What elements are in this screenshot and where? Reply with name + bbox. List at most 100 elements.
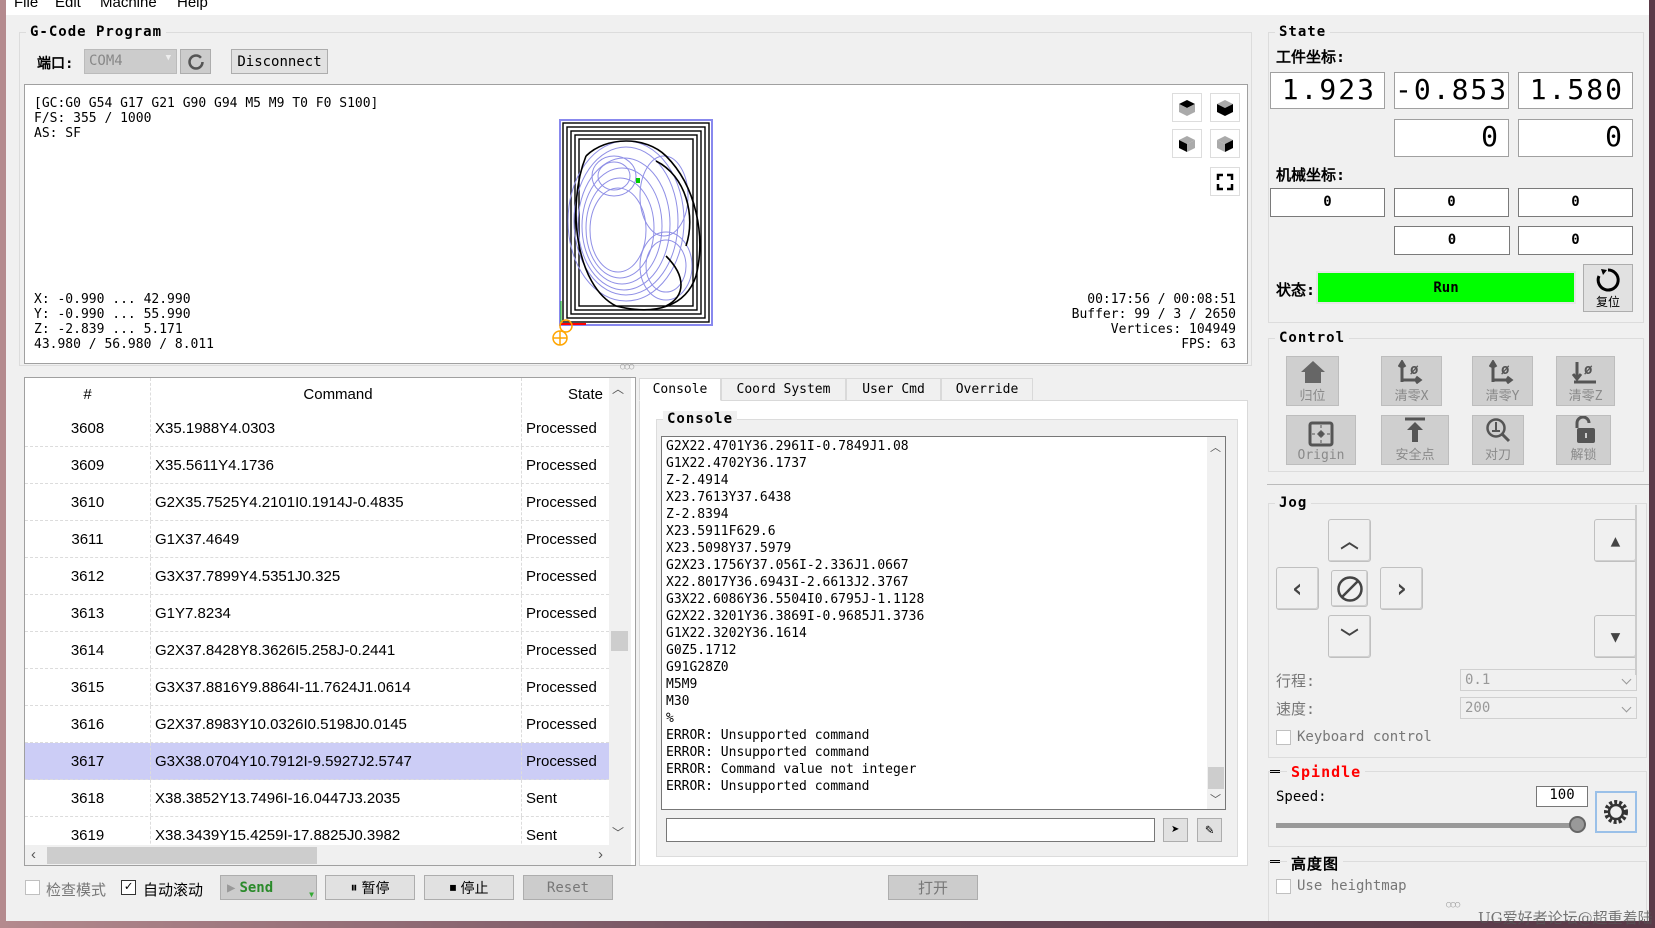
console-line: G1X22.3202Y36.1614: [666, 626, 807, 641]
table-row[interactable]: 3610 G2X35.7525Y4.2101I0.1914J-0.4835 Proc…: [25, 484, 609, 521]
unlock-label: 解锁: [1570, 448, 1597, 463]
fit-view-button[interactable]: [1210, 167, 1240, 196]
horizontal-scrollbar[interactable]: ‹ ›: [25, 845, 631, 865]
splitter-handle[interactable]: ○○○: [1446, 900, 1460, 910]
view-left-button[interactable]: [1172, 129, 1202, 158]
spindle-speed-input[interactable]: 100: [1536, 786, 1588, 807]
soft-reset-button[interactable]: 复位: [1583, 264, 1633, 312]
zero-y-button[interactable]: ø 清零Y: [1472, 356, 1533, 406]
scroll-up-icon[interactable]: ︿: [612, 380, 624, 397]
table-row[interactable]: 3616 G2X37.8983Y10.0326I0.5198J0.0145 Proc…: [25, 706, 609, 743]
jog-y-plus-button[interactable]: ︿: [1328, 519, 1371, 562]
view-iso-button[interactable]: [1210, 129, 1240, 158]
machine-b-display: 0: [1518, 226, 1633, 255]
vertical-scrollbar[interactable]: ︿ ﹀: [609, 378, 631, 845]
row-command: G2X35.7525Y4.2101I0.1914J-0.4835: [150, 484, 521, 520]
pause-button[interactable]: ⏸ 暂停: [325, 875, 415, 900]
zero-y-label: 清零Y: [1485, 389, 1520, 404]
header-number[interactable]: #: [25, 386, 150, 403]
home-button[interactable]: 归位: [1286, 356, 1339, 406]
zero-x-button[interactable]: ø 清零X: [1381, 356, 1442, 406]
jog-stop-button[interactable]: [1331, 570, 1368, 607]
table-row[interactable]: 3614 G2X37.8428Y8.3626I5.258J-0.2441 Proce…: [25, 632, 609, 669]
jog-x-minus-button[interactable]: ‹: [1276, 567, 1319, 610]
refresh-ports-button[interactable]: [180, 49, 211, 74]
vertical-scroll-thumb[interactable]: [611, 631, 628, 651]
console-scroll-thumb[interactable]: [1208, 767, 1224, 789]
header-command[interactable]: Command: [150, 378, 521, 410]
reset-button[interactable]: Reset: [523, 875, 613, 900]
console-scrollbar[interactable]: ︿ ﹀: [1207, 437, 1225, 809]
table-row[interactable]: 3612 G3X37.7899Y4.5351J0.325 Processed: [25, 558, 609, 595]
scroll-right-icon[interactable]: ›: [598, 846, 603, 863]
table-row[interactable]: 3618 X38.3852Y13.7496I-16.0447J3.2035 Sent: [25, 780, 609, 817]
menu-machine[interactable]: Machine: [100, 0, 157, 10]
menu-help[interactable]: Help: [177, 0, 208, 10]
tab-user-cmd[interactable]: User Cmd: [846, 378, 941, 401]
spindle-toggle-button[interactable]: [1595, 791, 1637, 833]
unlock-icon: [1575, 416, 1595, 443]
row-state: Processed: [521, 484, 609, 520]
step-label: 行程:: [1276, 672, 1316, 690]
row-command: G1Y7.8234: [150, 595, 521, 631]
probe-button[interactable]: 对刀: [1472, 415, 1524, 465]
tab-override[interactable]: Override: [941, 378, 1033, 401]
safe-position-button[interactable]: 安全点: [1381, 415, 1449, 465]
console-command-input[interactable]: [666, 818, 1155, 842]
dropdown-arrow-icon[interactable]: ▼: [309, 890, 314, 899]
clear-console-button[interactable]: ✎: [1197, 818, 1222, 842]
stop-button[interactable]: ⏹ 停止: [424, 875, 514, 900]
table-row[interactable]: 3615 G3X37.8816Y9.8864I-11.7624J1.0614 Pro…: [25, 669, 609, 706]
send-command-button[interactable]: ➤: [1163, 818, 1188, 842]
tab-coord-system[interactable]: Coord System: [721, 378, 846, 401]
send-button[interactable]: ▶ Send ▼: [220, 875, 317, 900]
view-top-button[interactable]: [1172, 93, 1202, 122]
horizontal-scroll-thumb[interactable]: [47, 847, 317, 864]
port-select[interactable]: COM4 ▼: [84, 49, 177, 74]
auto-scroll-checkbox[interactable]: ✓: [121, 880, 136, 895]
use-heightmap-checkbox[interactable]: [1276, 879, 1291, 894]
menu-edit[interactable]: Edit: [55, 0, 81, 10]
disconnect-button[interactable]: Disconnect: [231, 49, 328, 74]
console-output[interactable]: G2X22.4701Y36.2961I-0.7849J1.08 G1X22.470…: [661, 436, 1226, 810]
scroll-up-icon[interactable]: ︿: [1210, 439, 1221, 455]
spindle-speed-slider[interactable]: [1276, 823, 1581, 828]
splitter-handle[interactable]: ○○○: [620, 362, 634, 372]
row-state: Processed: [521, 743, 609, 779]
tab-console[interactable]: Console: [639, 378, 721, 401]
keyboard-control-checkbox[interactable]: [1276, 730, 1291, 745]
x-range: X: -0.990 ... 42.990: [34, 292, 191, 307]
right-scrollbar[interactable]: [1635, 505, 1637, 675]
cube-top-icon: [1179, 99, 1195, 116]
refresh-icon: [187, 53, 204, 70]
machine-coords-label: 机械坐标:: [1276, 166, 1346, 184]
spindle-slider-handle[interactable]: [1569, 816, 1586, 833]
jog-y-minus-button[interactable]: ﹀: [1328, 615, 1371, 658]
toolpath-drawing: [552, 119, 713, 346]
scroll-down-icon[interactable]: ﹀: [612, 824, 624, 841]
console-line: X23.5098Y37.5979: [666, 541, 792, 556]
scroll-left-icon[interactable]: ‹: [31, 846, 36, 863]
table-row[interactable]: 3617 G3X38.0704Y10.7912I-9.5927J2.5747 Pro…: [25, 743, 609, 780]
table-row[interactable]: 3608 X35.1988Y4.0303 Processed: [25, 410, 609, 447]
arrow-to-top-icon: [1405, 417, 1425, 442]
check-mode-checkbox[interactable]: [25, 880, 40, 895]
table-row[interactable]: 3613 G1Y7.8234 Processed: [25, 595, 609, 632]
row-state: Processed: [521, 558, 609, 594]
jog-z-minus-button[interactable]: ▼: [1594, 615, 1637, 658]
zero-z-button[interactable]: ø 清零Z: [1556, 356, 1615, 406]
origin-button[interactable]: Origin: [1286, 415, 1356, 465]
view-front-button[interactable]: [1210, 93, 1240, 122]
scroll-down-icon[interactable]: ﹀: [1210, 791, 1221, 807]
jog-z-plus-button[interactable]: ▲: [1594, 519, 1637, 562]
row-command: G3X37.8816Y9.8864I-11.7624J1.0614: [150, 669, 521, 705]
table-row[interactable]: 3609 X35.5611Y4.1736 Processed: [25, 447, 609, 484]
header-state[interactable]: State: [521, 378, 609, 410]
unlock-button[interactable]: 解锁: [1556, 415, 1611, 465]
table-row[interactable]: 3611 G1X37.4649 Processed: [25, 521, 609, 558]
open-button[interactable]: 打开: [888, 875, 978, 900]
jog-x-plus-button[interactable]: ›: [1380, 567, 1423, 610]
menu-file[interactable]: File: [14, 0, 38, 10]
step-select[interactable]: 0.1: [1460, 669, 1637, 691]
feed-select[interactable]: 200: [1460, 697, 1637, 719]
